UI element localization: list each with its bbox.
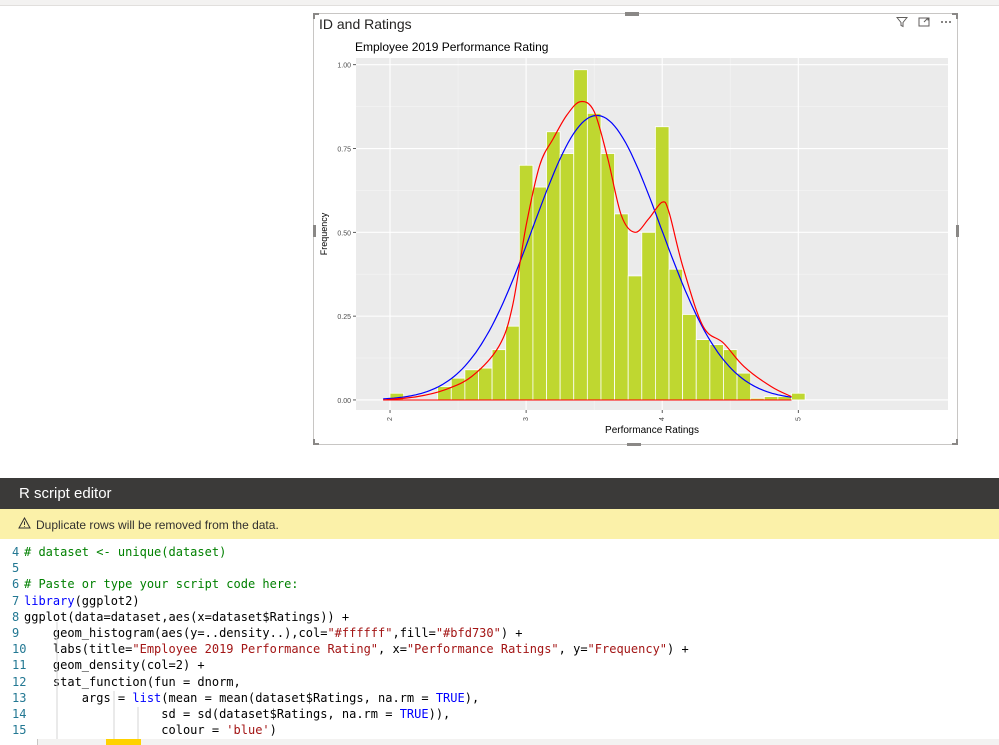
histogram-bar [505,325,520,401]
histogram-bar [695,339,711,401]
scroll-gutter [0,739,38,745]
histogram-bar [763,396,779,401]
histogram-bar [559,153,575,401]
r-script-editor-header: R script editor [0,478,999,509]
histogram-bar [573,69,588,401]
histogram-bar [450,377,466,401]
histogram-bar [491,349,507,401]
histogram-bar [546,131,561,401]
histogram-bar [682,314,697,401]
histogram-bar [655,126,670,401]
y-tick-label: 0.50 [337,230,351,237]
y-axis-ticks: 0.00 0.25 0.50 0.75 1.00 [337,63,356,405]
x-tick-label: 3 [523,417,530,421]
histogram-bar [464,369,479,401]
x-axis-label: Performance Ratings [605,425,699,436]
x-tick-label: 5 [795,417,802,421]
histogram-bar [641,231,656,401]
histogram-bar [532,186,547,401]
horizontal-scrollbar[interactable] [38,739,999,745]
histogram-bar [668,268,684,401]
histogram-bar [600,153,615,401]
y-tick-label: 0.25 [337,314,351,321]
x-tick-label: 2 [387,417,394,421]
y-tick-label: 0.00 [337,398,351,405]
histogram-bar [791,392,806,401]
y-axis-label: Frequency [319,212,329,255]
y-tick-label: 0.75 [337,147,351,154]
ggplot-chart: Employee 2019 Performance Rating 0.00 0.2… [319,40,948,436]
histogram-bar [586,112,602,401]
y-tick-label: 1.00 [337,63,351,70]
x-tick-label: 4 [659,417,666,421]
indent-guides [56,622,139,739]
x-axis-ticks: 2 3 4 5 [387,410,802,421]
chart-title: Employee 2019 Performance Rating [355,40,548,54]
horizontal-scrollbar-thumb[interactable] [106,739,141,745]
histogram-bar [709,344,724,401]
warning-text: Duplicate rows will be removed from the … [36,518,279,532]
histogram-bar [614,213,629,401]
histogram-bar [478,367,493,401]
histogram-bar [627,275,643,401]
histogram-bar [736,372,752,401]
